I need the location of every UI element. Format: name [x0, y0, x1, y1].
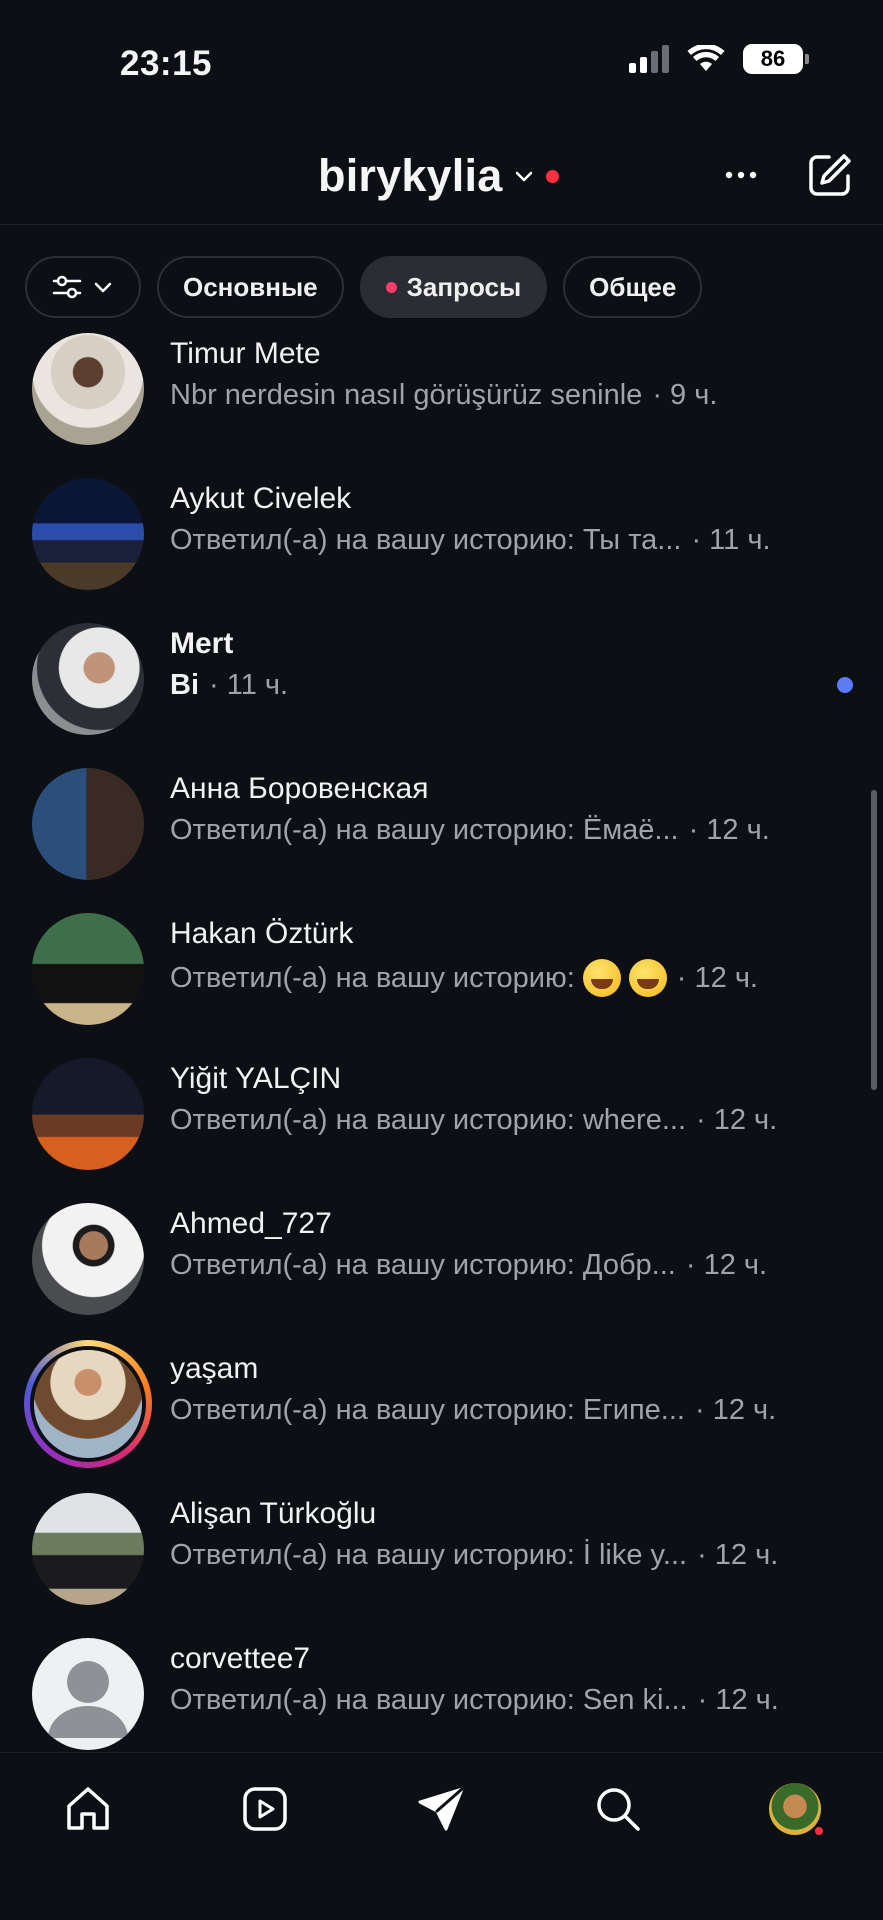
list-item[interactable]: Ahmed_727 Ответил(-а) на вашу историю: Д…	[0, 1185, 883, 1330]
conversation-name: corvettee7	[170, 1642, 311, 1675]
list-item[interactable]: yaşam Ответил(-а) на вашу историю: Египе…	[0, 1330, 883, 1475]
grinning-emoji-icon	[582, 959, 621, 997]
bottom-nav	[0, 1752, 883, 1920]
conversation-name: Yiğit YALÇIN	[170, 1062, 342, 1095]
search-icon	[597, 1788, 640, 1831]
avatar-with-story-ring	[24, 1340, 152, 1468]
list-item[interactable]: Aykut Civelek Ответил(-а) на вашу истори…	[0, 460, 883, 605]
status-bar: 23:15 86	[0, 0, 883, 120]
tab-label: Основные	[183, 271, 318, 302]
avatar	[32, 623, 144, 735]
message-preview: Ответил(-а) на вашу историю: Ёмаё... · 12…	[170, 814, 770, 846]
conversation-name: Анна Боровенская	[170, 772, 429, 805]
avatar	[32, 1493, 144, 1605]
compose-icon[interactable]	[807, 152, 853, 198]
reels-icon	[243, 1787, 287, 1831]
conversation-name: Timur Mete	[170, 337, 321, 370]
avatar	[32, 913, 144, 1025]
tab-general[interactable]: Общее	[563, 256, 703, 318]
list-item[interactable]: Timur Mete Nbr nerdesin nasıl görüşürüz …	[0, 330, 883, 460]
unread-indicator	[837, 677, 853, 693]
direct-icon	[418, 1787, 464, 1831]
filter-settings-button[interactable]	[25, 256, 141, 318]
default-user-icon	[48, 1661, 128, 1738]
list-item[interactable]: Hakan Öztürk Ответил(-а) на вашу историю…	[0, 895, 883, 1040]
profile-avatar	[769, 1783, 825, 1837]
more-icon[interactable]	[723, 157, 759, 193]
avatar	[32, 1203, 144, 1315]
battery-indicator: 86	[743, 44, 809, 74]
nav-reels[interactable]	[235, 1779, 295, 1839]
chevron-down-icon	[516, 171, 533, 182]
message-preview: Ответил(-а) на вашу историю: Добр... · 12…	[170, 1249, 768, 1281]
notification-dot	[546, 169, 560, 183]
message-preview: Nbr nerdesin nasıl görüşürüz seninle · 9 …	[170, 379, 718, 411]
conversation-name: yaşam	[170, 1352, 259, 1385]
nav-home[interactable]	[58, 1779, 118, 1839]
conversation-name: Alişan Türkoğlu	[170, 1497, 377, 1530]
scrollbar[interactable]	[871, 790, 877, 1090]
conversation-name: Hakan Öztürk	[170, 917, 354, 950]
avatar	[32, 1058, 144, 1170]
list-item[interactable]: corvettee7 Ответил(-а) на вашу историю: …	[0, 1620, 883, 1750]
wifi-icon	[687, 45, 725, 71]
message-preview: Ответил(-а) на вашу историю: · 12 ч.	[170, 959, 758, 997]
new-indicator-dot	[385, 281, 397, 293]
status-time: 23:15	[120, 44, 213, 83]
tab-requests[interactable]: Запросы	[359, 256, 548, 318]
tab-primary[interactable]: Основные	[157, 256, 344, 318]
list-item[interactable]: Alişan Türkoğlu Ответил(-а) на вашу исто…	[0, 1475, 883, 1620]
list-item[interactable]: Mert Bi · 11 ч.	[0, 605, 883, 750]
account-switcher[interactable]: birykylia	[318, 150, 560, 202]
message-preview: Ответил(-а) на вашу историю: Sen ki... · …	[170, 1684, 779, 1716]
list-item[interactable]: Yiğit YALÇIN Ответил(-а) на вашу историю…	[0, 1040, 883, 1185]
message-preview: Ответил(-а) на вашу историю: İ like y...…	[170, 1539, 779, 1571]
conversation-name: Mert	[170, 627, 234, 660]
message-preview: Ответил(-а) на вашу историю: Ты та... · 1…	[170, 524, 771, 556]
message-preview: Ответил(-а) на вашу историю: Египе... · 1…	[170, 1394, 777, 1426]
nav-direct[interactable]	[411, 1779, 471, 1839]
message-preview: Bi · 11 ч.	[170, 669, 289, 701]
chevron-down-icon	[94, 282, 112, 293]
conversation-name: Aykut Civelek	[170, 482, 352, 515]
status-icons: 86	[629, 44, 809, 74]
sliders-icon	[52, 275, 82, 299]
filter-chips: Основные Запросы Общее	[25, 256, 703, 318]
message-list: Timur Mete Nbr nerdesin nasıl görüşürüz …	[0, 330, 883, 1750]
header-divider	[0, 224, 883, 225]
account-name: birykylia	[318, 150, 503, 201]
avatar	[32, 478, 144, 590]
conversation-name: Ahmed_727	[170, 1207, 332, 1240]
header: birykylia	[0, 130, 883, 222]
notification-dot	[813, 1825, 825, 1837]
avatar	[32, 333, 144, 445]
tab-label: Запросы	[406, 271, 522, 302]
cellular-signal-icon	[629, 45, 669, 73]
message-preview: Ответил(-а) на вашу историю: where... · 1…	[170, 1104, 778, 1136]
grinning-emoji-icon	[628, 959, 667, 997]
nav-profile[interactable]	[765, 1779, 825, 1839]
default-avatar	[32, 1638, 144, 1750]
tab-label: Общее	[589, 271, 677, 302]
nav-search[interactable]	[588, 1779, 648, 1839]
avatar	[32, 768, 144, 880]
list-item[interactable]: Анна Боровенская Ответил(-а) на вашу ист…	[0, 750, 883, 895]
home-icon	[67, 1787, 109, 1830]
